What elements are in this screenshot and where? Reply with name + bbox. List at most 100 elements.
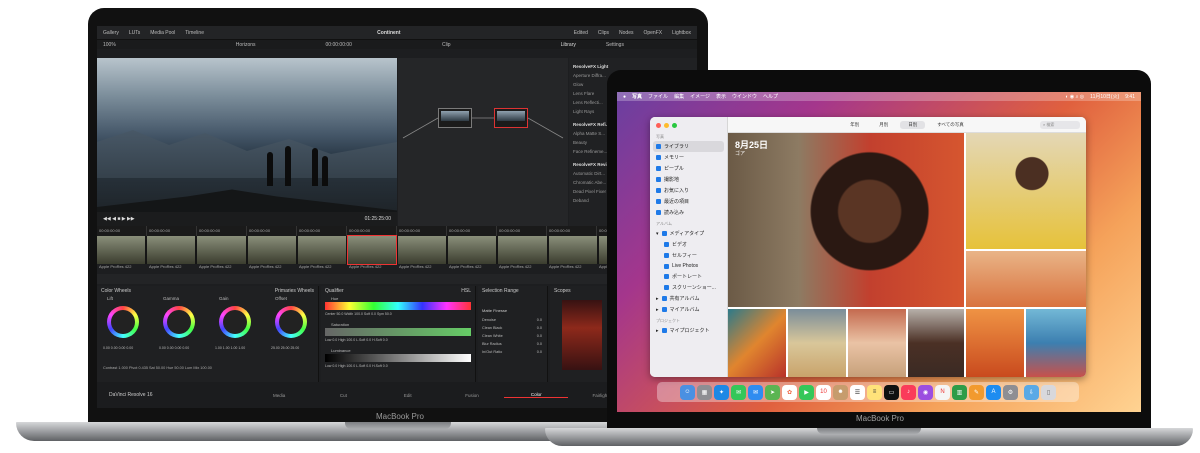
mail-icon[interactable]: ✉	[748, 384, 763, 400]
page-color[interactable]: Color	[504, 392, 569, 398]
chevron-right-icon[interactable]: ▸	[656, 307, 659, 313]
page-edit[interactable]: Edit	[376, 393, 440, 398]
clip-thumbnail[interactable]	[498, 236, 547, 264]
qualifier-mode[interactable]: HSL	[461, 288, 471, 294]
sidebar-item-portrait[interactable]: ポートレート	[650, 271, 727, 282]
numbers-icon[interactable]: ▥	[952, 384, 967, 400]
contacts-icon[interactable]: ☻	[833, 384, 848, 400]
sidebar-item-library[interactable]: ライブラリ	[653, 141, 724, 152]
zoom-icon[interactable]	[672, 123, 677, 128]
chevron-down-icon[interactable]: ▾	[656, 231, 659, 237]
menu-time[interactable]: 9:41	[1125, 94, 1135, 100]
downloads-icon[interactable]: ⇩	[1024, 384, 1039, 400]
matte-value[interactable]: 0.0	[537, 342, 542, 346]
clip-thumbnail[interactable]	[346, 235, 398, 265]
menu-image[interactable]: イメージ	[690, 93, 710, 100]
luminance-bar[interactable]	[325, 354, 471, 362]
sidebar-item-shared-albums[interactable]: ▸ 共有アルバム	[650, 293, 727, 304]
matte-value[interactable]: 0.0	[537, 318, 542, 322]
tab-years[interactable]: 年別	[842, 121, 867, 129]
minimize-icon[interactable]	[664, 123, 669, 128]
status-icons[interactable]: ◐ ◉ ⌕ ◎	[1065, 94, 1084, 100]
tab-media-pool[interactable]: Media Pool	[150, 30, 175, 36]
chevron-right-icon[interactable]: ▸	[656, 328, 659, 334]
finder-icon[interactable]: ☺	[680, 384, 695, 400]
tab-nodes[interactable]: Nodes	[619, 30, 633, 36]
zoom-select[interactable]: 100%	[103, 42, 116, 48]
photo-thumbnail[interactable]	[908, 309, 964, 377]
clip-thumbnail[interactable]	[448, 236, 497, 264]
menu-app[interactable]: 写真	[632, 93, 642, 100]
clip-thumbnail[interactable]	[147, 236, 196, 264]
app-store-icon[interactable]: A	[986, 384, 1001, 400]
clip-thumbnail[interactable]	[97, 236, 146, 264]
play-controls-icon[interactable]: ◀◀ ◀ ■ ▶ ▶▶	[103, 216, 135, 222]
close-icon[interactable]	[656, 123, 661, 128]
saturation-bar[interactable]	[325, 328, 471, 336]
clip-thumbnail[interactable]	[247, 236, 296, 264]
menu-window[interactable]: ウインドウ	[732, 93, 757, 100]
system-preferences-icon[interactable]: ⚙	[1003, 384, 1018, 400]
sidebar-item-media-types[interactable]: ▾ メディアタイプ	[650, 228, 727, 239]
sidebar-item-recents[interactable]: 最近の項目	[650, 196, 727, 207]
page-cut[interactable]: Cut	[311, 393, 375, 398]
tab-gallery[interactable]: Gallery	[103, 30, 119, 36]
clip-thumbnail[interactable]	[398, 236, 447, 264]
settings-tab[interactable]: Settings	[606, 42, 624, 48]
matte-value[interactable]: 0.0	[537, 326, 542, 330]
gamma-wheel[interactable]	[163, 306, 195, 338]
photos-icon[interactable]: ✿	[782, 384, 797, 400]
page-fusion[interactable]: Fusion	[440, 393, 504, 398]
podcasts-icon[interactable]: ◉	[918, 384, 933, 400]
featured-photo[interactable]: 8月25日 ゴア	[728, 133, 964, 307]
tab-luts[interactable]: LUTs	[129, 30, 140, 36]
lift-wheel[interactable]	[107, 306, 139, 338]
matte-value[interactable]: 0.0	[537, 350, 542, 354]
matte-value[interactable]: 0.0	[537, 334, 542, 338]
tv-icon[interactable]: ▭	[884, 384, 899, 400]
tab-lightbox[interactable]: Lightbox	[672, 30, 691, 36]
clip-thumbnail[interactable]	[297, 236, 346, 264]
menu-edit[interactable]: 編集	[674, 93, 684, 100]
tab-months[interactable]: 月別	[871, 121, 896, 129]
photo-thumbnail[interactable]	[1026, 309, 1086, 377]
tab-openfx[interactable]: OpenFX	[643, 30, 662, 36]
reminders-icon[interactable]: ☰	[850, 384, 865, 400]
offset-wheel[interactable]	[275, 306, 307, 338]
video-viewer[interactable]: ◀◀ ◀ ■ ▶ ▶▶ 01:25:25:00	[97, 58, 397, 226]
sidebar-item-imports[interactable]: 読み込み	[650, 207, 727, 218]
menu-date[interactable]: 11月10日(火)	[1090, 93, 1119, 100]
calendar-icon[interactable]: 10	[816, 384, 831, 400]
apple-icon[interactable]: ●	[623, 94, 626, 100]
tab-timeline[interactable]: Timeline	[185, 30, 204, 36]
sidebar-item-my-projects[interactable]: ▸ マイプロジェクト	[650, 325, 727, 336]
primaries-title[interactable]: Primaries Wheels	[275, 288, 314, 294]
gain-wheel[interactable]	[219, 306, 251, 338]
clip-thumbnail[interactable]	[197, 236, 246, 264]
photo-thumbnail[interactable]	[966, 251, 1086, 307]
menu-view[interactable]: 表示	[716, 93, 726, 100]
photo-thumbnail[interactable]	[848, 309, 906, 377]
hue-bar[interactable]	[325, 302, 471, 310]
sidebar-item-videos[interactable]: ビデオ	[650, 239, 727, 250]
library-tab[interactable]: Library	[561, 42, 576, 48]
facetime-icon[interactable]: ▶	[799, 384, 814, 400]
tab-all-photos[interactable]: すべての写真	[929, 121, 972, 129]
sidebar-item-people[interactable]: ピープル	[650, 163, 727, 174]
menu-file[interactable]: ファイル	[648, 93, 668, 100]
sidebar-item-places[interactable]: 撮影地	[650, 174, 727, 185]
news-icon[interactable]: N	[935, 384, 950, 400]
sidebar-item-screenshots[interactable]: スクリーンショー...	[650, 282, 727, 293]
messages-icon[interactable]: ✉	[731, 384, 746, 400]
sidebar-item-selfies[interactable]: セルフィー	[650, 250, 727, 261]
menu-help[interactable]: ヘルプ	[763, 93, 778, 100]
page-media[interactable]: Media	[247, 393, 311, 398]
photo-thumbnail[interactable]	[728, 309, 786, 377]
photo-thumbnail[interactable]	[788, 309, 846, 377]
photo-thumbnail[interactable]	[966, 133, 1086, 249]
adjust-bar[interactable]: Contrast 1.000 Pivot 0.435 Sat 50.00 Hue…	[103, 366, 212, 370]
chevron-right-icon[interactable]: ▸	[656, 296, 659, 302]
search-field[interactable]: ⌕ 検索	[1040, 121, 1080, 129]
maps-icon[interactable]: ➤	[765, 384, 780, 400]
tab-clips[interactable]: Clips	[598, 30, 609, 36]
